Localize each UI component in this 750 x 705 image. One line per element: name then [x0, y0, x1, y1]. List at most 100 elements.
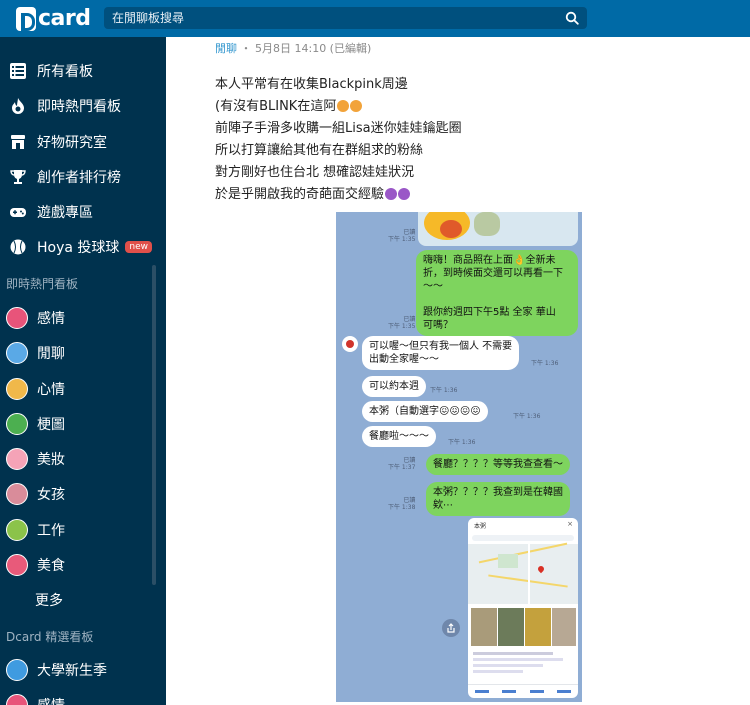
share-button[interactable]	[442, 619, 460, 637]
smiling-devil-emoji-icon	[385, 188, 398, 200]
sidebar-board-love-featured[interactable]: 感情	[0, 688, 166, 705]
sidebar-item-games[interactable]: 遊戲專區	[0, 195, 166, 229]
chat-bubble-outgoing: 本粥？？？？我查到是在韓國 欸⋯	[426, 482, 570, 516]
sidebar-item-label: 大學新生季	[37, 663, 107, 679]
place-info-line	[473, 652, 553, 655]
chat-screenshot-image[interactable]: 已讀 下午 1:35 嗨嗨！商品照在上面👌全新未 折，到時候面交還可以再看一下 ～…	[336, 212, 582, 702]
flame-icon	[7, 95, 29, 117]
timestamp: 下午 1:36	[430, 387, 458, 394]
board-avatar	[6, 413, 28, 435]
sidebar-board-meme[interactable]: 梗圖	[0, 407, 166, 441]
post-line-with-emoji: 於是乎開啟我的奇葩面交經驗	[215, 183, 411, 202]
post-line: 對方剛好也住台北 想確認娃娃狀況	[215, 165, 415, 180]
sidebar-item-all-boards[interactable]: 所有看板	[0, 54, 166, 88]
rose-icon	[346, 340, 354, 348]
sidebar-board-work[interactable]: 工作	[0, 513, 166, 547]
map-screenshot-card: 本粥 ×	[468, 518, 578, 698]
sidebar-item-label: 感情	[37, 311, 65, 327]
board-avatar	[6, 659, 28, 681]
restaurant-photo	[471, 608, 497, 646]
place-info-line	[473, 670, 523, 673]
post-content: 閒聊 ・ 5月8日 14:10 (已編輯) 本人平常有在收集Blackpink周…	[166, 37, 750, 705]
restaurant-photo	[552, 608, 576, 646]
timestamp: 下午 1:36	[531, 360, 559, 367]
sidebar-board-makeup[interactable]: 美妝	[0, 442, 166, 476]
dcard-logo[interactable]: card	[16, 6, 91, 31]
post-meta: 閒聊 ・ 5月8日 14:10 (已編輯)	[215, 40, 371, 56]
sidebar-item-label: 所有看板	[37, 64, 93, 80]
sidebar-item-label: 女孩	[37, 487, 65, 503]
gamepad-icon	[7, 201, 29, 223]
board-avatar	[6, 342, 28, 364]
sidebar-item-label: 心情	[37, 382, 65, 398]
sidebar-item-label: 閒聊	[37, 346, 65, 362]
chat-bubble-incoming: 餐廳啦～～～	[362, 426, 436, 447]
board-avatar	[6, 448, 28, 470]
search-icon	[565, 11, 579, 25]
share-icon	[447, 623, 455, 633]
post-line-with-emoji: (有沒有BLINK在這阿	[215, 95, 363, 114]
sidebar-board-food[interactable]: 美食	[0, 548, 166, 582]
timestamp: 下午 1:36	[448, 439, 476, 446]
chat-bubble-incoming: 本粥（自動選字😖😖😖😖	[362, 401, 488, 422]
sidebar-item-hot-boards[interactable]: 即時熱門看板	[0, 89, 166, 123]
baseball-icon	[7, 236, 29, 258]
sidebar-item-label: 工作	[37, 523, 65, 539]
board-avatar	[6, 307, 28, 329]
sidebar-scrollbar[interactable]	[152, 265, 156, 585]
map-card-title: 本粥	[474, 523, 487, 530]
list-icon	[7, 60, 29, 82]
raising-hands-emoji-icon	[350, 100, 363, 112]
sidebar-item-label: 即時熱門看板	[37, 99, 121, 115]
chat-bubble-incoming: 可以約本週	[362, 376, 426, 397]
sidebar-item-creator-ranking[interactable]: 創作者排行榜	[0, 160, 166, 194]
board-avatar	[6, 694, 28, 705]
sidebar-board-freshman[interactable]: 大學新生季	[0, 653, 166, 687]
post-line: 前陣子手滑多收購一組Lisa迷你娃娃鑰匙圈	[215, 121, 462, 136]
hot-boards-section-title: 即時熱門看板	[6, 277, 79, 291]
restaurant-photo	[525, 608, 551, 646]
timestamp: 下午 1:36	[513, 413, 541, 420]
board-avatar	[6, 483, 28, 505]
logo-text: card	[38, 6, 91, 31]
sidebar-board-love[interactable]: 感情	[0, 301, 166, 335]
sidebar-item-goods-lab[interactable]: 好物研究室	[0, 125, 166, 159]
more-label: 更多	[35, 593, 63, 609]
sidebar-more-link[interactable]: 更多	[0, 583, 166, 617]
sidebar-board-mood[interactable]: 心情	[0, 372, 166, 406]
board-avatar	[6, 519, 28, 541]
sidebar-item-label: 創作者排行榜	[37, 170, 121, 186]
sidebar-item-label: 感情	[37, 695, 65, 705]
sidebar-item-label: 梗圖	[37, 417, 65, 433]
restaurant-photo	[498, 608, 524, 646]
map-action-bar	[468, 684, 578, 698]
sidebar: 所有看板 即時熱門看板 好物研究室 創作者排行榜 遊戲專區 Hoya 投球球 n…	[0, 37, 166, 705]
new-badge: new	[125, 241, 153, 253]
read-timestamp: 已讀 下午 1:38	[388, 497, 416, 511]
post-line: 所以打算讓給其他有在群組求的粉絲	[215, 143, 424, 158]
search-input[interactable]: 在閒聊板搜尋	[104, 7, 556, 29]
read-timestamp: 已讀 下午 1:35	[388, 316, 416, 330]
place-info-line	[473, 658, 563, 661]
sidebar-item-label: 美食	[37, 558, 65, 574]
sidebar-item-label: 遊戲專區	[37, 205, 93, 221]
store-icon	[7, 131, 29, 153]
smiling-devil-emoji-icon	[398, 188, 411, 200]
sidebar-board-girl[interactable]: 女孩	[0, 477, 166, 511]
sidebar-board-chitchat[interactable]: 閒聊	[0, 336, 166, 370]
search-button[interactable]	[556, 7, 587, 29]
chat-bubble-outgoing: 嗨嗨！商品照在上面👌全新未 折，到時候面交還可以再看一下 ～～ 跟你約週四下午5…	[416, 250, 578, 336]
board-avatar	[6, 554, 28, 576]
board-link[interactable]: 閒聊	[215, 42, 237, 55]
close-icon: ×	[567, 520, 573, 528]
sidebar-item-label: 好物研究室	[37, 135, 107, 151]
map-filter-chips	[472, 535, 574, 541]
trophy-icon	[7, 166, 29, 188]
featured-boards-section-title: Dcard 精選看板	[6, 630, 94, 644]
sidebar-item-label: Hoya 投球球	[37, 240, 120, 256]
raising-hands-emoji-icon	[337, 100, 350, 112]
map-view	[468, 542, 578, 604]
sidebar-item-hoya[interactable]: Hoya 投球球 new	[0, 230, 166, 264]
chat-bubble-outgoing: 餐廳？？？？等等我查查看～	[426, 454, 570, 475]
read-timestamp: 已讀 下午 1:37	[388, 457, 416, 471]
